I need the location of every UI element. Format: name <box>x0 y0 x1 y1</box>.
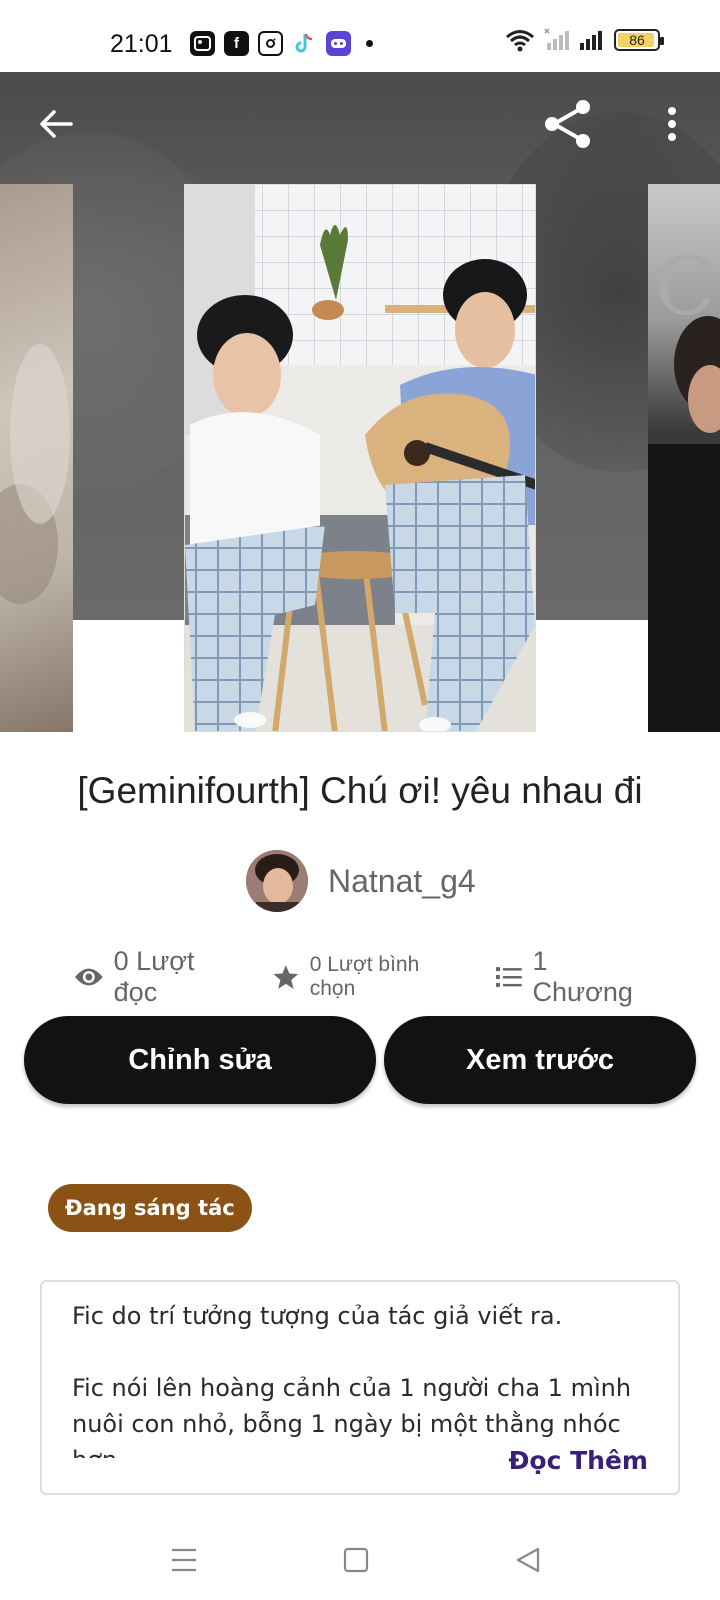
votes-stat: 0 Lượt bình chọn <box>272 953 469 1001</box>
system-navigation-bar <box>0 1520 720 1600</box>
status-time: 21:01 <box>110 30 173 58</box>
story-stats: 0 Lượt đọc 0 Lượt bình chọn 1 Chương <box>74 946 654 1008</box>
notification-icons: f <box>190 31 373 56</box>
signal-icon <box>580 31 602 50</box>
list-icon <box>495 967 522 987</box>
reads-stat: 0 Lượt đọc <box>74 946 244 1008</box>
square-icon <box>343 1547 369 1573</box>
story-title: [Geminifourth] Chú ơi! yêu nhau đi <box>77 770 643 811</box>
star-icon <box>273 965 299 989</box>
arrow-left-icon <box>40 110 73 138</box>
menu-icon <box>172 1548 196 1572</box>
more-notifications-dot <box>366 40 373 47</box>
battery-icon: 86 <box>614 29 664 51</box>
game-app-icon <box>326 31 351 56</box>
author-link[interactable]: Natnat_g4 <box>246 850 476 912</box>
instagram-icon <box>258 31 283 56</box>
battery-level: 86 <box>629 32 645 48</box>
story-cover-image[interactable] <box>184 184 536 732</box>
status-bar: 21:01 f 86 <box>0 0 720 72</box>
more-options-button[interactable] <box>642 94 702 154</box>
votes-count: 0 Lượt bình chọn <box>309 953 420 1000</box>
menu-nav-button[interactable] <box>154 1530 214 1590</box>
status-badge: Đang sáng tác <box>48 1184 252 1232</box>
tiktok-icon <box>292 31 317 56</box>
share-icon <box>545 100 590 148</box>
author-name[interactable]: Natnat_g4 <box>328 863 476 900</box>
facebook-icon: f <box>224 31 249 56</box>
read-more-link[interactable]: Đọc Thêm <box>500 1446 648 1475</box>
previous-cover-image[interactable] <box>0 184 73 732</box>
eye-icon <box>74 968 103 986</box>
description-text: Fic do trí tưởng tượng của tác giả viết … <box>72 1302 632 1458</box>
parts-stat: 1 Chương <box>495 946 654 1008</box>
parts-count: 1 Chương <box>532 946 633 1007</box>
triangle-back-icon <box>516 1547 540 1573</box>
wifi-icon <box>506 30 534 52</box>
system-status-icons: 86 <box>505 28 664 52</box>
share-button[interactable] <box>538 94 598 154</box>
back-button[interactable] <box>26 94 86 154</box>
back-nav-button[interactable] <box>498 1530 558 1590</box>
more-vertical-icon <box>668 107 676 141</box>
home-nav-button[interactable] <box>326 1530 386 1590</box>
description-box: Fic do trí tưởng tượng của tác giả viết … <box>40 1280 680 1495</box>
next-cover-image[interactable]: C <box>648 184 720 732</box>
gallery-app-icon <box>190 31 215 56</box>
reads-count: 0 Lượt đọc <box>113 946 195 1007</box>
signal-weak-icon <box>544 28 569 50</box>
preview-button[interactable]: Xem trước <box>384 1016 696 1104</box>
edit-button[interactable]: Chỉnh sửa <box>24 1016 376 1104</box>
avatar[interactable] <box>246 850 308 912</box>
